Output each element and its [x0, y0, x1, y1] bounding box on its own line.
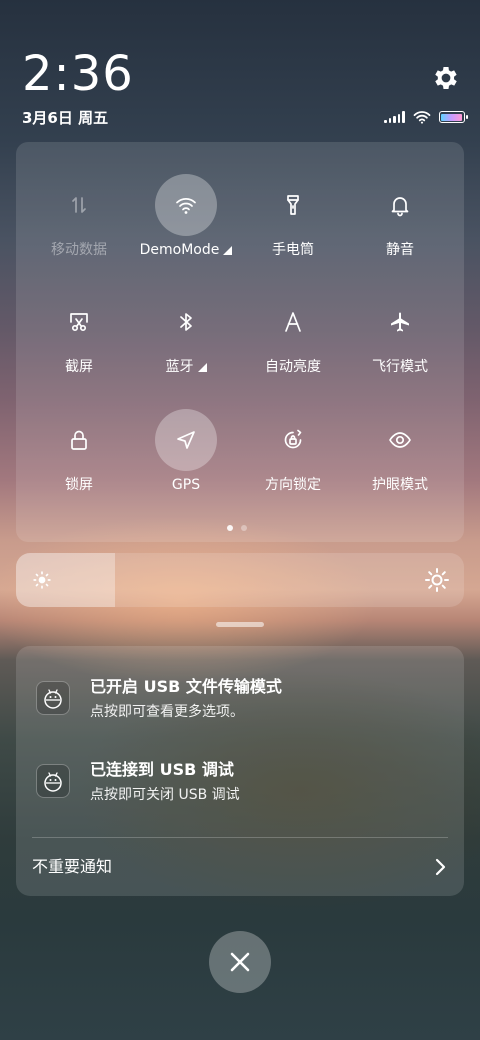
drag-handle[interactable]	[216, 622, 264, 627]
tile-label: 截屏	[65, 357, 93, 377]
date-label: 3月6日 周五	[22, 109, 109, 127]
tile-label-text: 截屏	[65, 359, 93, 375]
signal-icon	[384, 111, 405, 123]
tile-bluetooth[interactable]: 蓝牙	[131, 291, 241, 403]
tile-label: 手电筒	[272, 240, 314, 260]
tile-flashlight[interactable]: 手电筒	[238, 174, 348, 286]
tile-gps[interactable]: GPS	[131, 409, 241, 521]
submenu-triangle-icon	[223, 245, 233, 255]
tile-label: 自动亮度	[265, 357, 321, 377]
battery-icon	[438, 111, 468, 123]
eye-icon	[369, 409, 431, 471]
tile-label: 移动数据	[51, 240, 107, 260]
lock-icon	[48, 409, 110, 471]
tile-wifi[interactable]: DemoMode	[131, 174, 241, 286]
tile-auto-brightness[interactable]: 自动亮度	[238, 291, 348, 403]
tile-label-text: 自动亮度	[265, 359, 321, 375]
chevron-right-icon[interactable]	[430, 856, 450, 878]
tile-label: 飞行模式	[372, 357, 428, 377]
tile-label-text: 静音	[386, 242, 414, 258]
notification-app-icon	[36, 681, 70, 715]
screenshot-icon	[48, 291, 110, 353]
brightness-high-icon	[425, 568, 449, 592]
brightness-low-icon	[33, 571, 51, 589]
bluetooth-icon	[155, 291, 217, 353]
notification-usb-debugging[interactable]: 已连接到 USB 调试 点按即可关闭 USB 调试	[90, 759, 450, 805]
tile-label-text: GPS	[171, 477, 201, 493]
tile-label-text: 蓝牙	[165, 359, 194, 375]
close-icon	[230, 952, 250, 972]
minor-notifications-label[interactable]: 不重要通知	[32, 855, 112, 879]
tile-label: 静音	[386, 240, 414, 260]
auto-brightness-icon	[262, 291, 324, 353]
tile-label-text: 方向锁定	[265, 477, 321, 493]
rotation-lock-icon	[262, 409, 324, 471]
tile-label-text: 锁屏	[65, 477, 93, 493]
tile-label-text: 手电筒	[272, 242, 314, 258]
tile-screenshot[interactable]: 截屏	[24, 291, 134, 403]
page-dot-1	[227, 525, 233, 531]
tile-label: 护眼模式	[372, 475, 428, 495]
tile-eye[interactable]: 护眼模式	[345, 409, 455, 521]
wifi-status-icon	[413, 111, 430, 124]
notification-app-icon	[36, 764, 70, 798]
tile-lock[interactable]: 锁屏	[24, 409, 134, 521]
tile-label: 方向锁定	[265, 475, 321, 495]
flashlight-icon	[262, 174, 324, 236]
gps-icon	[155, 409, 217, 471]
tile-label-text: 飞行模式	[372, 359, 428, 375]
battery-level-fill	[441, 113, 462, 121]
tile-label: 蓝牙	[166, 357, 207, 377]
page-indicator	[227, 525, 247, 531]
tile-rotation-lock[interactable]: 方向锁定	[238, 409, 348, 521]
tile-label-text: 护眼模式	[372, 477, 428, 493]
tile-label-text: 移动数据	[51, 242, 107, 258]
tile-airplane[interactable]: 飞行模式	[345, 291, 455, 403]
notification-usb-transfer[interactable]: 已开启 USB 文件传输模式 点按即可查看更多选项。	[90, 676, 450, 722]
wifi-icon	[155, 174, 217, 236]
brightness-slider[interactable]	[16, 553, 464, 607]
gear-icon[interactable]	[431, 63, 461, 93]
submenu-triangle-icon	[197, 362, 207, 372]
tile-bell[interactable]: 静音	[345, 174, 455, 286]
tile-mobile-data[interactable]: 移动数据	[24, 174, 134, 286]
bell-icon	[369, 174, 431, 236]
mobile-data-icon	[48, 174, 110, 236]
brightness-fill	[16, 553, 115, 607]
tile-label: GPS	[172, 475, 200, 495]
notification-title: 已连接到 USB 调试	[90, 760, 234, 779]
status-bar-icons	[384, 108, 468, 126]
clear-all-button[interactable]	[209, 931, 271, 993]
android-icon	[36, 681, 70, 715]
airplane-icon	[369, 291, 431, 353]
notification-body: 点按即可查看更多选项。	[90, 704, 244, 720]
divider	[32, 837, 448, 838]
tile-label-text: DemoMode	[139, 242, 220, 258]
tile-label: 锁屏	[65, 475, 93, 495]
notification-body: 点按即可关闭 USB 调试	[90, 787, 240, 803]
notification-title: 已开启 USB 文件传输模式	[90, 677, 282, 696]
tile-label: DemoMode	[140, 240, 233, 260]
page-dot-2	[241, 525, 247, 531]
clock-time: 2:36	[22, 46, 134, 102]
android-icon	[36, 764, 70, 798]
